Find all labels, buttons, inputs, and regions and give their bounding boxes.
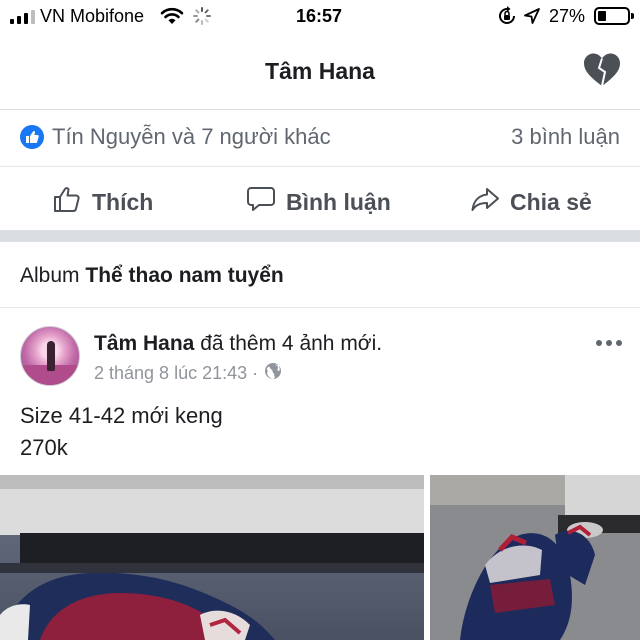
share-label: Chia sẻ <box>510 188 592 215</box>
like-reaction-icon <box>20 125 44 155</box>
battery-percent: 27% <box>549 6 586 26</box>
loading-spinner-icon <box>192 6 212 31</box>
more-options-icon[interactable] <box>596 340 622 346</box>
album-prefix: Album <box>20 264 80 287</box>
speech-bubble-icon <box>246 184 276 220</box>
post-body-line: 270k <box>20 435 68 460</box>
share-arrow-icon <box>470 184 500 220</box>
album-header: Album Thể thao nam tuyển <box>0 242 640 308</box>
avatar[interactable] <box>20 326 80 386</box>
post-photo[interactable] <box>0 475 424 640</box>
like-label: Thích <box>92 188 154 215</box>
page-title: Tâm Hana <box>265 58 375 84</box>
thumbs-up-icon <box>52 184 82 220</box>
album-name: Thể thao nam tuyển <box>85 264 284 287</box>
post-author-line: Tâm Hana đã thêm 4 ảnh mới. <box>94 332 382 356</box>
post-body: Size 41-42 mới keng 270k <box>20 400 223 464</box>
navigation-bar: Tâm Hana <box>0 34 640 110</box>
cellular-signal-icon <box>10 10 35 24</box>
location-arrow-icon <box>523 7 541 30</box>
like-button[interactable]: Thích <box>52 184 153 220</box>
section-divider <box>0 230 640 242</box>
rotation-lock-icon <box>497 6 517 31</box>
globe-icon <box>264 362 282 385</box>
post-author[interactable]: Tâm Hana <box>94 332 194 355</box>
comment-label: Bình luận <box>286 188 391 215</box>
reaction-names[interactable]: Tín Nguyễn và 7 người khác <box>52 124 331 150</box>
wifi-icon <box>160 6 184 31</box>
carrier-name: VN Mobifone <box>40 6 145 26</box>
post-action-text: đã thêm 4 ảnh mới. <box>200 332 383 355</box>
post-actions: Thích Bình luận Chia sẻ <box>0 168 640 230</box>
battery-icon <box>594 7 634 25</box>
reaction-summary: Tín Nguyễn và 7 người khác 3 bình luận <box>0 111 640 167</box>
share-button[interactable]: Chia sẻ <box>470 184 592 220</box>
post-body-line: Size 41-42 mới keng <box>20 403 223 428</box>
post-timestamp: 2 tháng 8 lúc 21:43 · <box>94 362 282 385</box>
status-bar: VN Mobifone 16:57 27% <box>0 0 640 34</box>
post-photo[interactable] <box>430 475 640 640</box>
comment-button[interactable]: Bình luận <box>246 184 391 220</box>
album-title[interactable]: Album Thể thao nam tuyển <box>20 264 284 288</box>
post-time-text[interactable]: 2 tháng 8 lúc 21:43 · <box>94 363 258 384</box>
status-time: 16:57 <box>296 6 343 26</box>
heart-icon[interactable] <box>582 52 622 93</box>
comment-count[interactable]: 3 bình luận <box>511 124 620 150</box>
